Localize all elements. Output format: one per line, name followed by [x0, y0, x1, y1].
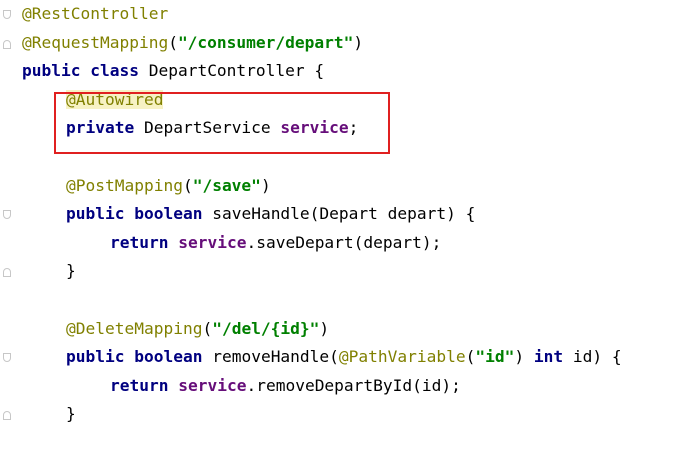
code-token: (	[202, 318, 213, 338]
code-token: .removeDepartById(id);	[246, 375, 461, 395]
code-editor[interactable]: @RestController @RequestMapping("/consume…	[0, 0, 693, 449]
code-token: id) {	[563, 347, 622, 367]
code-token: )	[353, 32, 364, 52]
code-line[interactable]: public boolean removeHandle(@PathVariabl…	[66, 343, 622, 372]
code-token: public	[66, 347, 125, 367]
code-token: int	[533, 347, 564, 367]
code-token: return	[110, 375, 169, 395]
code-token: public	[22, 61, 81, 81]
code-token: @RequestMapping	[22, 32, 169, 52]
code-token: "id"	[475, 347, 515, 367]
fold-marker-icon[interactable]	[3, 353, 11, 362]
code-token: .saveDepart(depart);	[246, 232, 442, 252]
fold-marker-icon[interactable]	[3, 411, 11, 420]
code-line[interactable]: }	[66, 257, 76, 286]
code-token: )	[260, 175, 271, 195]
editor-gutter	[0, 0, 14, 449]
code-token: "/save"	[192, 175, 261, 195]
code-token: }	[66, 261, 76, 281]
code-line[interactable]: @PostMapping("/save")	[66, 172, 271, 201]
code-token: (	[168, 32, 178, 52]
code-token: )	[514, 347, 534, 367]
code-token: removeHandle(	[202, 347, 339, 367]
code-token: boolean	[134, 347, 203, 367]
code-token: @PathVariable	[338, 347, 466, 367]
code-token: (	[465, 347, 476, 367]
code-line[interactable]: return service.saveDepart(depart);	[110, 229, 441, 258]
code-token: return	[110, 232, 169, 252]
code-token: @DeleteMapping	[66, 318, 203, 338]
fold-marker-icon[interactable]	[3, 210, 11, 219]
code-token: (	[182, 175, 193, 195]
code-line[interactable]: @DeleteMapping("/del/{id}")	[66, 315, 329, 344]
code-token: saveHandle(Depart depart) {	[202, 204, 476, 224]
code-token: "/del/{id}"	[212, 318, 320, 338]
code-line[interactable]: }	[66, 400, 76, 429]
code-line[interactable]: public boolean saveHandle(Depart depart)…	[66, 200, 475, 229]
code-line[interactable]: @RequestMapping("/consumer/depart")	[22, 29, 363, 58]
fold-marker-icon[interactable]	[3, 40, 11, 49]
code-token: public	[66, 204, 125, 224]
code-token: )	[319, 318, 330, 338]
code-token: class	[90, 61, 139, 81]
code-line[interactable]: return service.removeDepartById(id);	[110, 372, 461, 401]
code-token: service	[178, 375, 247, 395]
code-line[interactable]: public class DepartController {	[22, 57, 324, 86]
code-token: @RestController	[22, 4, 169, 23]
code-token: "/consumer/depart"	[177, 32, 354, 52]
code-token: }	[66, 404, 76, 424]
code-token: DepartController {	[138, 61, 325, 81]
code-line[interactable]: @RestController	[22, 0, 168, 29]
highlight-annotation-box	[54, 92, 390, 154]
fold-marker-icon[interactable]	[3, 268, 11, 277]
code-token: @PostMapping	[66, 175, 183, 195]
code-token: boolean	[134, 204, 203, 224]
code-token: service	[178, 232, 247, 252]
fold-marker-icon[interactable]	[3, 10, 11, 19]
